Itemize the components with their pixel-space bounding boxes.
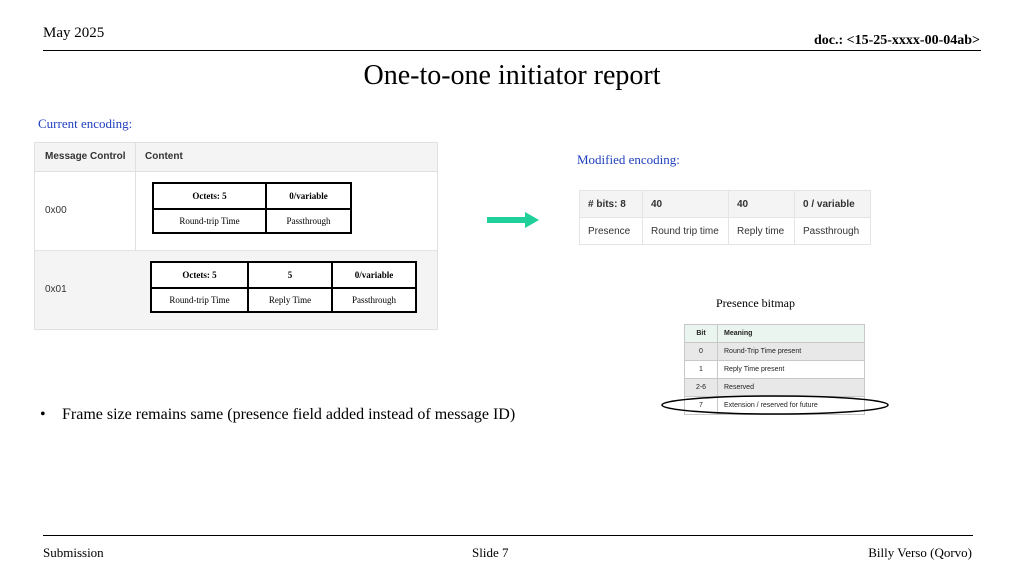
bits-round-trip: 40 xyxy=(642,190,729,218)
slide-title: One-to-one initiator report xyxy=(363,60,661,91)
field-round-trip: Round trip time xyxy=(642,217,729,245)
footer-slide-number: Slide 7 xyxy=(472,545,509,560)
content-table-0x00: Octets: 5 0/variable Round-trip Time Pas… xyxy=(152,182,352,234)
bits-reply: 40 xyxy=(728,190,795,218)
highlight-ellipse xyxy=(661,395,889,415)
message-control-value: 0x00 xyxy=(45,205,67,216)
modified-encoding-label: Modified encoding: xyxy=(577,152,680,167)
field-octets: 0/variable xyxy=(331,261,417,289)
bits-passthrough: 0 / variable xyxy=(794,190,871,218)
current-encoding-label: Current encoding: xyxy=(38,116,133,131)
header-message-control: Message Control xyxy=(45,151,126,162)
bit-value: 0 xyxy=(684,342,718,361)
arrow-right-icon xyxy=(487,212,539,228)
field-name: Passthrough xyxy=(331,287,417,313)
header-bit: Bit xyxy=(684,324,718,343)
bullet-dot-icon: • xyxy=(40,406,46,423)
field-octets: Octets: 5 xyxy=(152,182,267,210)
field-name: Passthrough xyxy=(265,208,352,234)
footer-rule xyxy=(43,535,973,536)
header-rule xyxy=(43,50,981,51)
footer-submission: Submission xyxy=(43,545,104,560)
header-doc-id: doc.: <15-25-xxxx-00-04ab> xyxy=(813,33,980,48)
table-row: 0x00 Octets: 5 0/variable Round-trip Tim… xyxy=(35,172,437,251)
bullet-item: • Frame size remains same (presence field… xyxy=(40,406,515,424)
bit-meaning: Reply Time present xyxy=(717,360,865,379)
presence-bitmap-label: Presence bitmap xyxy=(716,296,795,310)
message-control-value: 0x01 xyxy=(45,284,67,295)
field-name: Reply Time xyxy=(247,287,333,313)
field-name: Round-trip Time xyxy=(150,287,249,313)
header-date: May 2025 xyxy=(43,25,105,41)
bit-meaning: Round-Trip Time present xyxy=(717,342,865,361)
table-row: 0x01 Octets: 5 5 0/variable Round-trip T… xyxy=(35,251,437,329)
bits-presence: # bits: 8 xyxy=(579,190,643,218)
header-content: Content xyxy=(145,151,183,162)
current-encoding-table: Message Control Content 0x00 Octets: 5 0… xyxy=(34,142,438,330)
header-meaning: Meaning xyxy=(717,324,865,343)
field-octets: 5 xyxy=(247,261,333,289)
footer-author: Billy Verso (Qorvo) xyxy=(868,545,972,560)
content-table-0x01: Octets: 5 5 0/variable Round-trip Time R… xyxy=(150,261,417,313)
field-passthrough: Passthrough xyxy=(794,217,871,245)
bit-value: 1 xyxy=(684,360,718,379)
bullet-text: Frame size remains same (presence field … xyxy=(62,406,516,423)
field-presence: Presence xyxy=(579,217,643,245)
field-name: Round-trip Time xyxy=(152,208,267,234)
table-row: 1 Reply Time present xyxy=(684,360,865,379)
table-row: 0 Round-Trip Time present xyxy=(684,342,865,361)
current-table-header-row: Message Control Content xyxy=(35,143,437,172)
field-octets: 0/variable xyxy=(265,182,352,210)
field-reply: Reply time xyxy=(728,217,795,245)
field-octets: Octets: 5 xyxy=(150,261,249,289)
modified-encoding-table: # bits: 8 40 40 0 / variable Presence Ro… xyxy=(579,190,871,245)
